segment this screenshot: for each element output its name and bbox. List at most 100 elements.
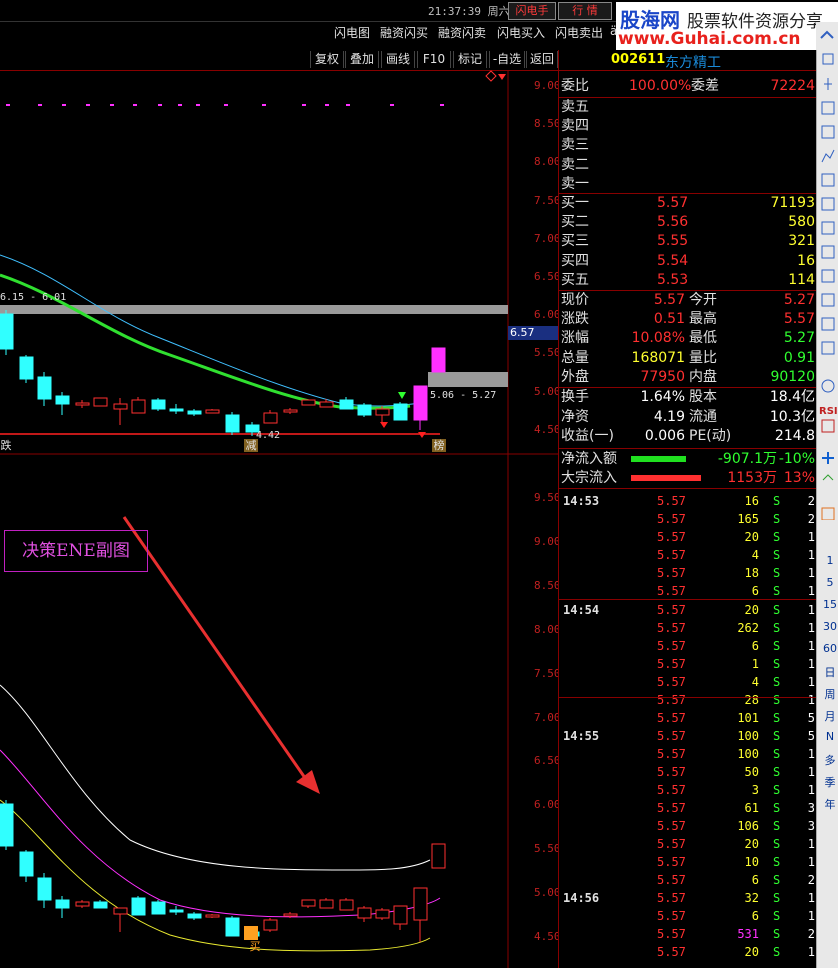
tick-row: 5.57 101 S 5 — [559, 709, 817, 727]
sub-axis-label: 7.50 — [534, 666, 561, 680]
main-candle — [339, 399, 354, 410]
tick-row: 5.57 165 S 2 — [559, 510, 817, 528]
kline-chart[interactable] — [0, 70, 558, 968]
tick-volume: 101 — [737, 711, 759, 725]
period-button[interactable]: 15 — [821, 598, 838, 611]
period-button[interactable]: 30 — [821, 620, 838, 633]
tick-volume: 1 — [751, 657, 759, 671]
signal-dot — [224, 104, 228, 106]
signal-dot — [440, 104, 444, 106]
menu-margin-buy[interactable]: 融资闪买 — [380, 24, 428, 41]
chevron-up-icon — [820, 30, 834, 39]
tick-side: S — [773, 927, 781, 941]
bid-label: 买三 — [561, 233, 589, 250]
tick-price: 5.57 — [657, 621, 686, 635]
rsi-label[interactable]: RSI — [819, 406, 838, 417]
triangle-down-icon[interactable] — [498, 74, 506, 80]
flow-bar — [631, 475, 701, 481]
sub-candle — [301, 899, 316, 907]
flow-percent: 13% — [783, 470, 815, 486]
tick-price: 5.57 — [657, 584, 686, 598]
mark-button[interactable]: 标记 — [453, 51, 487, 68]
tick-price: 5.57 — [657, 747, 686, 761]
tick-volume: 106 — [737, 819, 759, 833]
period-button[interactable]: N — [821, 730, 838, 743]
quote-button[interactable]: 行 情 — [558, 2, 612, 20]
f10-button[interactable]: F10 — [417, 51, 451, 68]
bid-price: 5.54 — [657, 252, 689, 269]
tick-volume: 20 — [744, 530, 759, 544]
sub-axis-label: 4.50 — [534, 930, 561, 943]
tick-side: S — [773, 584, 781, 598]
tick-side: S — [773, 512, 781, 526]
tick-price: 5.57 — [657, 603, 686, 617]
tick-row: 5.57 61 S 3 — [559, 799, 817, 817]
period-button[interactable]: 多 — [821, 752, 838, 768]
bid-label: 买五 — [561, 271, 589, 288]
period-button[interactable]: 1 — [821, 554, 838, 567]
tick-time: 14:56 — [563, 891, 600, 905]
order-ratio-value: 100.00% — [629, 78, 692, 94]
period-button[interactable]: 季 — [821, 774, 838, 790]
back-button[interactable]: 返回 — [526, 51, 558, 68]
finance-row: 净资 4.19 流通 10.3亿 — [559, 408, 817, 427]
ask-label: 卖三 — [561, 137, 589, 154]
menu-margin-sell[interactable]: 融资闪卖 — [438, 24, 486, 41]
period-button[interactable]: 日 — [821, 664, 838, 680]
sub-candle — [339, 899, 354, 911]
flash-trade-button[interactable]: 闪电手 — [508, 2, 556, 20]
menu-flash-sell[interactable]: 闪电卖出 — [555, 24, 603, 41]
menu-flash-chart[interactable]: 闪电图 — [334, 24, 370, 41]
quote-value: 5.27 — [783, 330, 815, 347]
tick-price: 5.57 — [657, 512, 686, 526]
tick-volume: 4 — [751, 548, 759, 562]
bid-row: 买二 5.56 580 — [559, 213, 817, 232]
bid-volume: 71193 — [770, 195, 815, 211]
diamond-icon[interactable] — [485, 70, 497, 82]
menu-flash-buy[interactable]: 闪电买入 — [497, 24, 545, 41]
tick-price: 5.57 — [657, 837, 686, 851]
period-button[interactable]: 5 — [821, 576, 838, 589]
tick-volume: 165 — [737, 512, 759, 526]
remove-watchlist-button[interactable]: -自选 — [489, 51, 525, 68]
main-candle — [0, 313, 14, 350]
tick-volume: 6 — [751, 909, 759, 923]
clock: 21:37:39 周六 — [428, 5, 510, 18]
bid-volume: 321 — [788, 233, 815, 250]
chart-area[interactable]: 9.00 8.50 8.00 7.50 7.00 6.50 6.00 5.50 5.00 4.50… — [0, 70, 561, 968]
tick-row: 5.57 6 S 2 — [559, 871, 817, 889]
flow-bar — [631, 456, 686, 462]
tick-row: 5.57 6 S 1 — [559, 907, 817, 925]
menu-overflow[interactable]: ä — [610, 24, 617, 38]
sub-axis-label: 6.50 — [534, 754, 561, 768]
period-button[interactable]: 年 — [821, 796, 838, 812]
scroll-up-area[interactable] — [816, 22, 838, 50]
restore-rights-button[interactable]: 复权 — [310, 51, 344, 68]
price-axis-label: 9.00 — [534, 79, 561, 92]
ma-line-blue — [0, 254, 421, 407]
tick-volume: 10 — [744, 855, 759, 869]
signal-dot — [390, 104, 394, 106]
flow-label: 净流入额 — [561, 451, 617, 467]
tick-side: S — [773, 801, 781, 815]
period-button[interactable]: 月 — [821, 708, 838, 724]
quote-label: 最高 — [689, 311, 717, 328]
sub-axis-label: 5.00 — [534, 886, 561, 900]
tick-volume: 20 — [744, 945, 759, 959]
sub-candle — [93, 901, 108, 909]
draw-line-button[interactable]: 画线 — [381, 51, 415, 68]
sub-candle — [357, 907, 372, 919]
tick-row: 5.57 20 S 1 — [559, 528, 817, 546]
period-button[interactable]: 周 — [821, 686, 838, 702]
tick-price: 5.57 — [657, 927, 686, 941]
current-price-label: 6.57 — [508, 326, 558, 340]
price-axis-label: 7.50 — [534, 193, 561, 207]
sub-candle — [187, 913, 202, 919]
overlay-button[interactable]: 叠加 — [345, 51, 379, 68]
tick-row: 14:53 5.57 16 S 2 — [559, 492, 817, 510]
period-button[interactable]: 60 — [821, 642, 838, 655]
tick-volume: 50 — [744, 765, 759, 779]
tick-row: 5.57 262 S 1 — [559, 619, 817, 637]
sub-axis-label: 9.00 — [534, 534, 561, 548]
signal-dot — [178, 104, 182, 106]
